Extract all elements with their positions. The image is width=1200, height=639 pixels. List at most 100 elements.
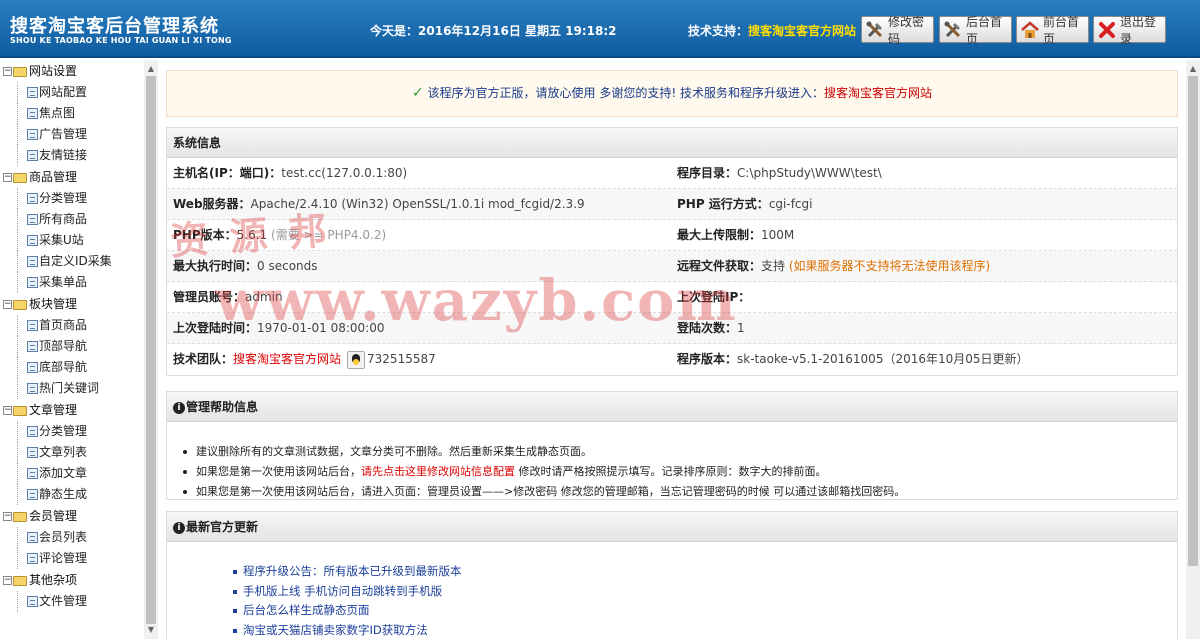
page-icon bbox=[27, 362, 38, 373]
update-item[interactable]: 后台怎么样生成静态页面 bbox=[231, 601, 1177, 621]
menu-group-members[interactable]: − 会员管理 bbox=[0, 505, 144, 527]
menu-item-article-categories[interactable]: 分类管理 bbox=[0, 421, 144, 442]
help-panel: i 管理帮助信息 建议删除所有的文章测试数据，文章分类可不删除。然后重新采集生成静… bbox=[166, 391, 1178, 500]
menu-item-friend-links[interactable]: 友情链接 bbox=[0, 145, 144, 166]
menu-item-custom-id-collect[interactable]: 自定义ID采集 bbox=[0, 251, 144, 272]
menu-item-site-config[interactable]: 网站配置 bbox=[0, 82, 144, 103]
license-notice: ✓ 该程序为官方正版，请放心使用 多谢您的支持! 技术服务和程序升级进入：搜客淘… bbox=[166, 70, 1178, 117]
update-item[interactable]: 程序升级公告：所有版本已升级到最新版本 bbox=[231, 562, 1177, 582]
support-link[interactable]: 搜客淘宝客官方网站 bbox=[748, 24, 856, 38]
panel-title: i 管理帮助信息 bbox=[167, 392, 1177, 422]
menu-group-sections[interactable]: − 板块管理 bbox=[0, 293, 144, 315]
page-icon bbox=[27, 553, 38, 564]
collapse-icon[interactable]: − bbox=[3, 406, 12, 415]
current-date: 今天是：2016年12月16日 星期五 19:18:2 bbox=[370, 24, 617, 38]
info-row: PHP版本：5.6.1 (需要 >= PHP4.0.2) 最大上传限制：100M bbox=[167, 220, 1177, 251]
app-title: 搜客淘宝客后台管理系统 bbox=[10, 16, 219, 37]
sidebar-scrollbar[interactable]: ▲ ▼ bbox=[144, 60, 158, 639]
tools-icon bbox=[944, 21, 961, 37]
menu-item-collect-single[interactable]: 采集单品 bbox=[0, 272, 144, 293]
menu-item-all-products[interactable]: 所有商品 bbox=[0, 209, 144, 230]
page-icon bbox=[27, 489, 38, 500]
update-link[interactable]: 后台怎么样生成静态页面 bbox=[243, 603, 370, 617]
menu-item-ads[interactable]: 广告管理 bbox=[0, 124, 144, 145]
collapse-icon[interactable]: − bbox=[3, 576, 12, 585]
collapse-icon[interactable]: − bbox=[3, 300, 12, 309]
menu-item-hot-keywords[interactable]: 热门关键词 bbox=[0, 378, 144, 399]
exit-icon bbox=[1099, 21, 1115, 38]
update-item[interactable]: 淘宝或天猫店铺卖家数字ID获取方法 bbox=[231, 621, 1177, 639]
collapse-icon[interactable]: − bbox=[3, 173, 12, 182]
scroll-up-icon[interactable]: ▲ bbox=[1186, 62, 1200, 76]
update-link[interactable]: 程序升级公告：所有版本已升级到最新版本 bbox=[243, 564, 462, 578]
updates-panel: i 最新官方更新 程序升级公告：所有版本已升级到最新版本 手机版上线 手机访问自动… bbox=[166, 511, 1178, 639]
menu-item-member-list[interactable]: 会员列表 bbox=[0, 527, 144, 548]
scroll-up-icon[interactable]: ▲ bbox=[144, 62, 158, 76]
info-row: 管理员账号：admin 上次登陆IP： bbox=[167, 282, 1177, 313]
folder-icon bbox=[13, 575, 27, 586]
logout-button[interactable]: 退出登录 bbox=[1093, 15, 1166, 46]
main-scrollbar[interactable]: ▲ bbox=[1186, 60, 1200, 639]
menu-group-articles[interactable]: − 文章管理 bbox=[0, 399, 144, 421]
info-row: Web服务器：Apache/2.4.10 (Win32) OpenSSL/1.0… bbox=[167, 189, 1177, 220]
menu-item-bottom-nav[interactable]: 底部导航 bbox=[0, 357, 144, 378]
info-icon: i bbox=[173, 401, 185, 414]
menu-group-misc[interactable]: − 其他杂项 bbox=[0, 569, 144, 591]
help-item: 如果您是第一次使用该网站后台，请进入页面：管理员设置——>修改密码 修改您的管理… bbox=[179, 482, 1177, 502]
info-row: 上次登陆时间：1970-01-01 08:00:00 登陆次数：1 bbox=[167, 313, 1177, 344]
update-link[interactable]: 淘宝或天猫店铺卖家数字ID获取方法 bbox=[243, 623, 428, 637]
folder-icon bbox=[13, 299, 27, 310]
qq-icon[interactable] bbox=[347, 350, 366, 369]
notice-link[interactable]: 搜客淘宝客官方网站 bbox=[824, 86, 932, 100]
menu-item-add-article[interactable]: 添加文章 bbox=[0, 463, 144, 484]
page-icon bbox=[27, 214, 38, 225]
page-icon bbox=[27, 150, 38, 161]
edit-site-config-link[interactable]: 请先点击这里修改网站信息配置 bbox=[361, 465, 515, 478]
menu-group-products[interactable]: − 商品管理 bbox=[0, 166, 144, 188]
page-icon bbox=[27, 341, 38, 352]
team-link[interactable]: 搜客淘宝客官方网站 bbox=[233, 352, 341, 366]
menu-item-article-list[interactable]: 文章列表 bbox=[0, 442, 144, 463]
update-item[interactable]: 手机版上线 手机访问自动跳转到手机版 bbox=[231, 582, 1177, 602]
page-icon bbox=[27, 383, 38, 394]
page-icon bbox=[27, 129, 38, 140]
folder-icon bbox=[13, 172, 27, 183]
admin-home-button[interactable]: 后台首页 bbox=[939, 15, 1012, 46]
help-item: 建议删除所有的文章测试数据，文章分类可不删除。然后重新采集生成静态页面。 bbox=[179, 442, 1177, 462]
page-icon bbox=[27, 426, 38, 437]
home-icon bbox=[1021, 20, 1039, 38]
info-row: 最大执行时间：0 seconds 远程文件获取：支持 (如果服务器不支持将无法使… bbox=[167, 251, 1177, 282]
page-icon bbox=[27, 277, 38, 288]
top-header: 搜客淘宝客后台管理系统 SHOU KE TAOBAO KE HOU TAI GU… bbox=[0, 0, 1200, 58]
front-home-button[interactable]: 前台首页 bbox=[1016, 15, 1089, 46]
help-item: 如果您是第一次使用该网站后台，请先点击这里修改网站信息配置 修改时请严格按照提示… bbox=[179, 462, 1177, 482]
page-icon bbox=[27, 235, 38, 246]
menu-item-file-manage[interactable]: 文件管理 bbox=[0, 591, 144, 612]
menu-item-static-generate[interactable]: 静态生成 bbox=[0, 484, 144, 505]
menu-item-top-nav[interactable]: 顶部导航 bbox=[0, 336, 144, 357]
page-icon bbox=[27, 320, 38, 331]
scrollbar-thumb[interactable] bbox=[146, 76, 156, 624]
change-password-button[interactable]: 修改密码 bbox=[861, 15, 934, 46]
menu-item-product-categories[interactable]: 分类管理 bbox=[0, 188, 144, 209]
collapse-icon[interactable]: − bbox=[3, 512, 12, 521]
scrollbar-thumb[interactable] bbox=[1188, 76, 1198, 566]
tech-support: 技术支持：搜客淘宝客官方网站 bbox=[688, 24, 857, 38]
menu-group-site-settings[interactable]: − 网站设置 bbox=[0, 60, 144, 82]
page-icon bbox=[27, 256, 38, 267]
collapse-icon[interactable]: − bbox=[3, 67, 12, 76]
menu-item-home-products[interactable]: 首页商品 bbox=[0, 315, 144, 336]
menu-tree: − 网站设置 网站配置 焦点图 广告管理 友情链接 − 商品管理 分类管理 所有商品… bbox=[0, 60, 144, 639]
menu-item-comment-manage[interactable]: 评论管理 bbox=[0, 548, 144, 569]
page-icon bbox=[27, 532, 38, 543]
folder-icon bbox=[13, 66, 27, 77]
menu-item-focus-image[interactable]: 焦点图 bbox=[0, 103, 144, 124]
page-icon bbox=[27, 596, 38, 607]
folder-icon bbox=[13, 511, 27, 522]
info-icon: i bbox=[173, 521, 185, 534]
update-link[interactable]: 手机版上线 手机访问自动跳转到手机版 bbox=[243, 584, 442, 598]
menu-item-collect-u-site[interactable]: 采集U站 bbox=[0, 230, 144, 251]
app-subtitle: SHOU KE TAOBAO KE HOU TAI GUAN LI XI TON… bbox=[10, 36, 232, 45]
scroll-down-icon[interactable]: ▼ bbox=[144, 623, 158, 637]
info-row: 主机名(IP：端口)：test.cc(127.0.0.1:80) 程序目录：C:… bbox=[167, 158, 1177, 189]
